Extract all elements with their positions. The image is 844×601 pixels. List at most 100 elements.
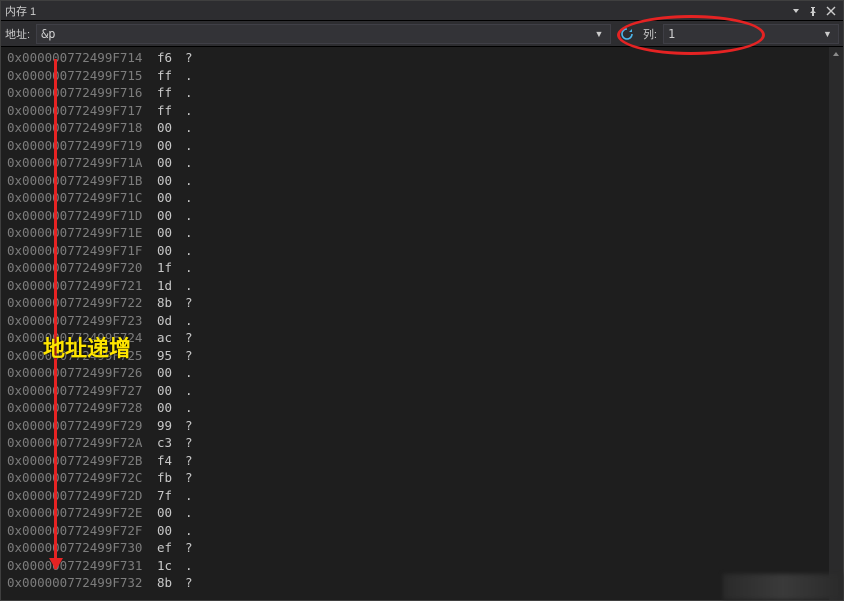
columns-dropdown-icon[interactable]: ▼ xyxy=(821,29,834,39)
address-combobox[interactable]: ▼ xyxy=(36,24,611,44)
memory-row[interactable]: 0x000000772499F72800. xyxy=(7,399,829,417)
vertical-scrollbar[interactable] xyxy=(829,47,843,600)
address-cell: 0x000000772499F714 xyxy=(7,49,157,67)
memory-row[interactable]: 0x000000772499F72Cfb? xyxy=(7,469,829,487)
ascii-cell: . xyxy=(185,67,193,85)
memory-row[interactable]: 0x000000772499F72D7f. xyxy=(7,487,829,505)
hex-cell: c3 xyxy=(157,434,185,452)
address-cell: 0x000000772499F720 xyxy=(7,259,157,277)
hex-cell: 00 xyxy=(157,504,185,522)
hex-cell: 1c xyxy=(157,557,185,575)
ascii-cell: . xyxy=(185,557,193,575)
address-cell: 0x000000772499F72E xyxy=(7,504,157,522)
memory-row[interactable]: 0x000000772499F72600. xyxy=(7,364,829,382)
memory-row[interactable]: 0x000000772499F724ac? xyxy=(7,329,829,347)
address-cell: 0x000000772499F71E xyxy=(7,224,157,242)
address-cell: 0x000000772499F72C xyxy=(7,469,157,487)
columns-combobox[interactable]: ▼ xyxy=(663,24,839,44)
address-cell: 0x000000772499F721 xyxy=(7,277,157,295)
hex-cell: 8b xyxy=(157,574,185,592)
hex-cell: 99 xyxy=(157,417,185,435)
ascii-cell: . xyxy=(185,84,193,102)
memory-row[interactable]: 0x000000772499F730ef? xyxy=(7,539,829,557)
ascii-cell: . xyxy=(185,207,193,225)
address-cell: 0x000000772499F730 xyxy=(7,539,157,557)
address-cell: 0x000000772499F729 xyxy=(7,417,157,435)
columns-label: 列: xyxy=(643,26,657,42)
address-cell: 0x000000772499F718 xyxy=(7,119,157,137)
memory-row[interactable]: 0x000000772499F71A00. xyxy=(7,154,829,172)
memory-row[interactable]: 0x000000772499F7230d. xyxy=(7,312,829,330)
address-cell: 0x000000772499F71F xyxy=(7,242,157,260)
ascii-cell: ? xyxy=(185,347,193,365)
memory-row[interactable]: 0x000000772499F7211d. xyxy=(7,277,829,295)
ascii-cell: ? xyxy=(185,434,193,452)
memory-row[interactable]: 0x000000772499F71C00. xyxy=(7,189,829,207)
scroll-track[interactable] xyxy=(829,61,843,586)
hex-cell: ff xyxy=(157,67,185,85)
address-label: 地址: xyxy=(5,26,30,42)
address-cell: 0x000000772499F716 xyxy=(7,84,157,102)
ascii-cell: ? xyxy=(185,539,193,557)
memory-row[interactable]: 0x000000772499F72999? xyxy=(7,417,829,435)
ascii-cell: . xyxy=(185,242,193,260)
scroll-up-button[interactable] xyxy=(829,47,843,61)
hex-cell: f4 xyxy=(157,452,185,470)
memory-row[interactable]: 0x000000772499F717ff. xyxy=(7,102,829,120)
hex-cell: 00 xyxy=(157,172,185,190)
ascii-cell: ? xyxy=(185,452,193,470)
ascii-cell: . xyxy=(185,172,193,190)
hex-cell: 1f xyxy=(157,259,185,277)
memory-row[interactable]: 0x000000772499F71800. xyxy=(7,119,829,137)
address-cell: 0x000000772499F722 xyxy=(7,294,157,312)
memory-row[interactable]: 0x000000772499F71E00. xyxy=(7,224,829,242)
address-cell: 0x000000772499F728 xyxy=(7,399,157,417)
pin-button[interactable] xyxy=(805,3,821,19)
memory-row[interactable]: 0x000000772499F715ff. xyxy=(7,67,829,85)
memory-row[interactable]: 0x000000772499F716ff. xyxy=(7,84,829,102)
columns-input[interactable] xyxy=(668,27,821,41)
refresh-button[interactable] xyxy=(617,24,637,44)
memory-row[interactable]: 0x000000772499F7328b? xyxy=(7,574,829,592)
ascii-cell: . xyxy=(185,224,193,242)
ascii-cell: . xyxy=(185,522,193,540)
hex-cell: 1d xyxy=(157,277,185,295)
scroll-down-button[interactable] xyxy=(829,586,843,600)
memory-row[interactable]: 0x000000772499F72Ac3? xyxy=(7,434,829,452)
ascii-cell: ? xyxy=(185,574,193,592)
memory-row[interactable]: 0x000000772499F7311c. xyxy=(7,557,829,575)
title-bar: 内存 1 xyxy=(1,1,843,21)
memory-window: 内存 1 地址: ▼ 列: ▼ 0x00000077249 xyxy=(0,0,844,601)
address-cell: 0x000000772499F727 xyxy=(7,382,157,400)
address-cell: 0x000000772499F717 xyxy=(7,102,157,120)
memory-row[interactable]: 0x000000772499F72700. xyxy=(7,382,829,400)
ascii-cell: ? xyxy=(185,469,193,487)
memory-row[interactable]: 0x000000772499F72E00. xyxy=(7,504,829,522)
address-cell: 0x000000772499F715 xyxy=(7,67,157,85)
memory-row[interactable]: 0x000000772499F7201f. xyxy=(7,259,829,277)
memory-row[interactable]: 0x000000772499F72Bf4? xyxy=(7,452,829,470)
memory-row[interactable]: 0x000000772499F71B00. xyxy=(7,172,829,190)
address-cell: 0x000000772499F72A xyxy=(7,434,157,452)
hex-cell: 00 xyxy=(157,382,185,400)
hex-cell: fb xyxy=(157,469,185,487)
memory-row[interactable]: 0x000000772499F71900. xyxy=(7,137,829,155)
hex-cell: f6 xyxy=(157,49,185,67)
memory-row[interactable]: 0x000000772499F714f6? xyxy=(7,49,829,67)
memory-row[interactable]: 0x000000772499F71F00. xyxy=(7,242,829,260)
memory-row[interactable]: 0x000000772499F72F00. xyxy=(7,522,829,540)
address-cell: 0x000000772499F72B xyxy=(7,452,157,470)
hex-cell: 00 xyxy=(157,224,185,242)
address-dropdown-icon[interactable]: ▼ xyxy=(592,29,606,39)
memory-row[interactable]: 0x000000772499F71D00. xyxy=(7,207,829,225)
memory-area: 0x000000772499F714f6?0x000000772499F715f… xyxy=(1,47,843,600)
close-button[interactable] xyxy=(823,3,839,19)
memory-row[interactable]: 0x000000772499F7228b? xyxy=(7,294,829,312)
ascii-cell: . xyxy=(185,119,193,137)
memory-content[interactable]: 0x000000772499F714f6?0x000000772499F715f… xyxy=(1,47,829,600)
memory-row[interactable]: 0x000000772499F72595? xyxy=(7,347,829,365)
hex-cell: 00 xyxy=(157,364,185,382)
address-input[interactable] xyxy=(41,27,592,41)
hex-cell: 00 xyxy=(157,154,185,172)
window-options-dropdown[interactable] xyxy=(789,7,803,15)
